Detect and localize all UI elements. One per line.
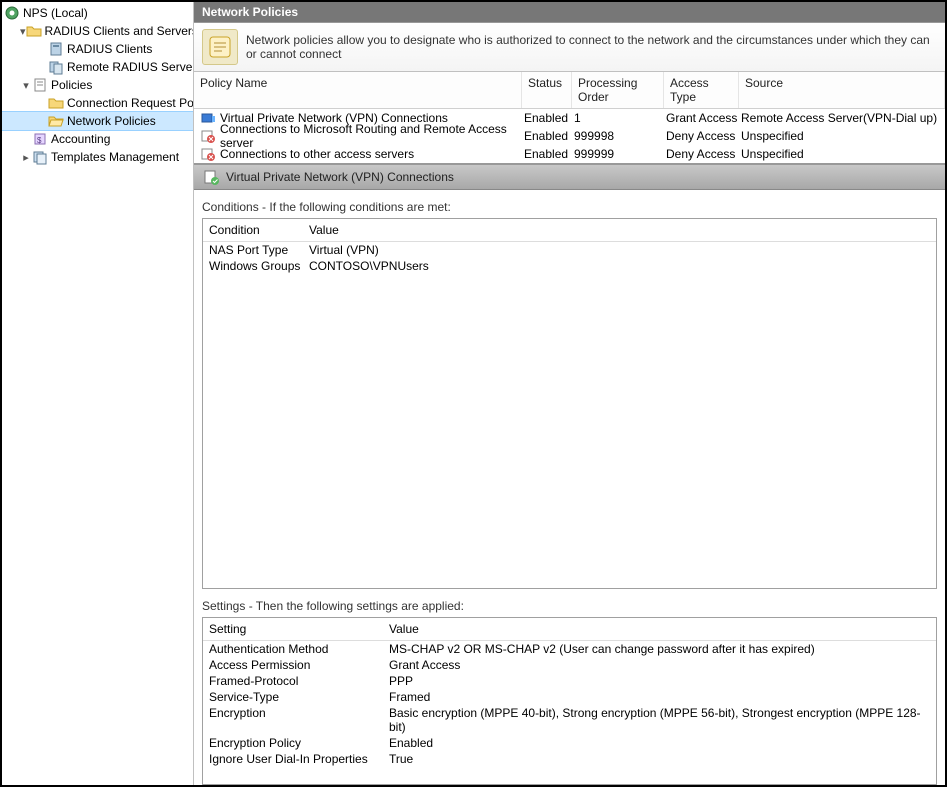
policy-source: Remote Access Server(VPN-Dial up)	[741, 111, 939, 125]
remote-radius-label: Remote RADIUS Server	[67, 60, 194, 74]
radius-clients-label: RADIUS Clients	[67, 42, 152, 56]
policy-access: Deny Access	[666, 129, 741, 143]
scroll-icon	[202, 29, 238, 65]
settings-label: Settings - Then the following settings a…	[194, 589, 945, 617]
policies-icon	[32, 77, 48, 93]
tree-panel: NPS (Local) ▾ RADIUS Clients and Servers…	[2, 2, 194, 785]
tree-templates[interactable]: ▸ Templates Management	[2, 148, 193, 166]
tree-remote-radius[interactable]: Remote RADIUS Server	[2, 58, 193, 76]
tree-network-policies[interactable]: Network Policies	[2, 112, 193, 130]
policy-list: Policy Name Status Processing Order Acce…	[194, 72, 945, 164]
conditions-label: Conditions - If the following conditions…	[194, 190, 945, 218]
cond-col-name: Condition	[209, 223, 309, 237]
col-order[interactable]: Processing Order	[572, 72, 664, 108]
policy-status: Enabled	[524, 111, 574, 125]
setting-row[interactable]: Authentication MethodMS-CHAP v2 OR MS-CH…	[203, 641, 936, 657]
folder-icon	[26, 23, 42, 39]
server-group-icon	[48, 59, 64, 75]
caret-empty	[20, 133, 32, 145]
set-col-value: Value	[389, 622, 419, 636]
deny-icon	[200, 146, 216, 162]
server-icon	[48, 41, 64, 57]
col-name[interactable]: Policy Name	[194, 72, 522, 108]
settings-header: Setting Value	[203, 618, 936, 641]
col-status[interactable]: Status	[522, 72, 572, 108]
settings-box: Setting Value Authentication MethodMS-CH…	[202, 617, 937, 785]
tree-radius-group[interactable]: ▾ RADIUS Clients and Servers	[2, 22, 193, 40]
deny-icon	[200, 128, 216, 144]
detail-body: Conditions - If the following conditions…	[194, 190, 945, 785]
svg-text:$: $	[37, 136, 42, 145]
policy-order: 1	[574, 111, 666, 125]
policy-status: Enabled	[524, 129, 574, 143]
policy-access: Deny Access	[666, 147, 741, 161]
folder-open-icon	[48, 113, 64, 129]
setting-row[interactable]: Framed-ProtocolPPP	[203, 673, 936, 689]
policy-detail-icon	[202, 168, 220, 186]
policy-source: Unspecified	[741, 147, 939, 161]
tree-root-nps[interactable]: NPS (Local)	[2, 4, 193, 22]
col-access[interactable]: Access Type	[664, 72, 739, 108]
conditions-box: Condition Value NAS Port Type Virtual (V…	[202, 218, 937, 589]
policies-label: Policies	[51, 78, 92, 92]
policy-order: 999998	[574, 129, 666, 143]
setting-row[interactable]: EncryptionBasic encryption (MPPE 40-bit)…	[203, 705, 936, 735]
nps-icon	[4, 5, 20, 21]
tree-connection-request[interactable]: Connection Request Po	[2, 94, 193, 112]
condition-row[interactable]: NAS Port Type Virtual (VPN)	[203, 242, 936, 258]
policy-row-1[interactable]: Connections to Microsoft Routing and Rem…	[194, 127, 945, 145]
conditions-header: Condition Value	[203, 219, 936, 242]
tree-accounting[interactable]: $ Accounting	[2, 130, 193, 148]
accounting-icon: $	[32, 131, 48, 147]
policy-source: Unspecified	[741, 129, 939, 143]
main-header: Network Policies	[194, 2, 945, 23]
condition-row[interactable]: Windows Groups CONTOSO\VPNUsers	[203, 258, 936, 274]
conn-req-label: Connection Request Po	[67, 96, 194, 110]
main-panel: Network Policies Network policies allow …	[194, 2, 945, 785]
caret-right-icon: ▸	[20, 151, 32, 164]
accounting-label: Accounting	[51, 132, 110, 146]
folder-icon	[48, 95, 64, 111]
tree-radius-clients[interactable]: RADIUS Clients	[2, 40, 193, 58]
templates-icon	[32, 149, 48, 165]
policy-name: Connections to other access servers	[220, 147, 414, 161]
tree-radius-label: RADIUS Clients and Servers	[45, 24, 194, 38]
policy-access: Grant Access	[666, 111, 741, 125]
caret-down-icon: ▾	[20, 79, 32, 92]
banner-text: Network policies allow you to designate …	[246, 33, 937, 61]
cond-col-value: Value	[309, 223, 339, 237]
policy-order: 999999	[574, 147, 666, 161]
tree-root-label: NPS (Local)	[23, 6, 88, 20]
setting-row[interactable]: Access PermissionGrant Access	[203, 657, 936, 673]
setting-row[interactable]: Service-TypeFramed	[203, 689, 936, 705]
setting-row[interactable]: Encryption PolicyEnabled	[203, 735, 936, 751]
policy-row-2[interactable]: Connections to other access servers Enab…	[194, 145, 945, 163]
detail-header: Virtual Private Network (VPN) Connection…	[194, 164, 945, 190]
tree-policies-group[interactable]: ▾ Policies	[2, 76, 193, 94]
detail-title-text: Virtual Private Network (VPN) Connection…	[226, 170, 454, 184]
col-source[interactable]: Source	[739, 72, 945, 108]
policy-status: Enabled	[524, 147, 574, 161]
templates-label: Templates Management	[51, 150, 179, 164]
column-headers: Policy Name Status Processing Order Acce…	[194, 72, 945, 109]
info-banner: Network policies allow you to designate …	[194, 23, 945, 72]
net-policies-label: Network Policies	[67, 114, 156, 128]
set-col-name: Setting	[209, 622, 389, 636]
setting-row[interactable]: Ignore User Dial-In PropertiesTrue	[203, 751, 936, 767]
